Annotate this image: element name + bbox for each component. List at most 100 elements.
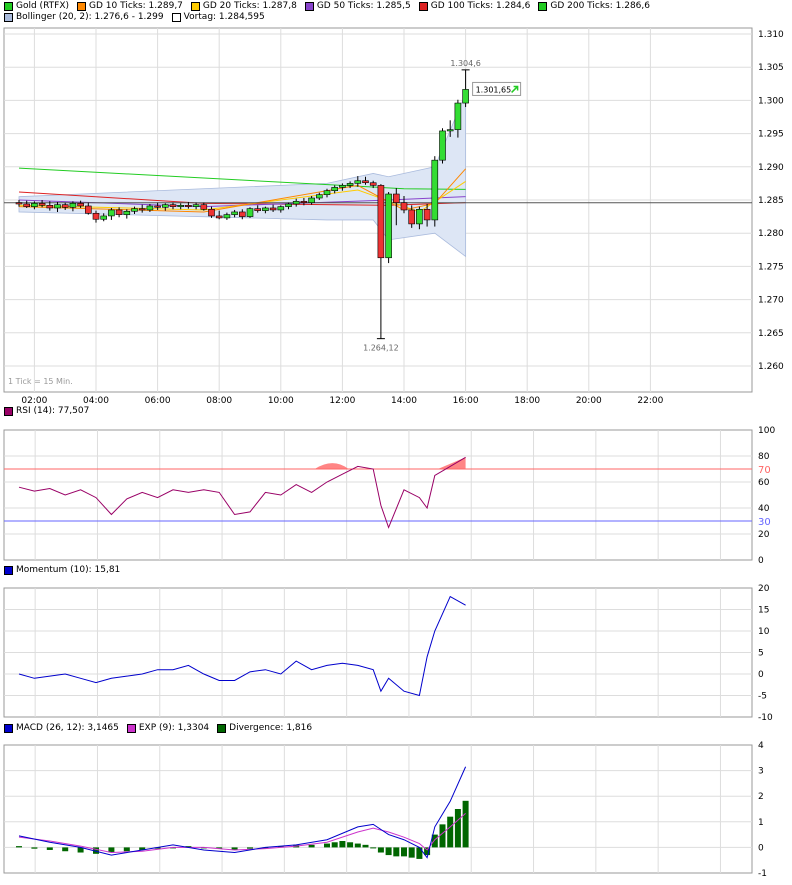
divergence-bar	[308, 844, 315, 848]
rsi-y-tick: 40	[758, 504, 770, 514]
rsi-y-tick: 60	[758, 478, 770, 488]
candle-body	[385, 193, 392, 259]
x-tick-label: 20:00	[576, 396, 602, 406]
candle-body	[123, 210, 131, 215]
divergence-bar	[339, 841, 346, 848]
divergence-bar	[16, 846, 22, 848]
divergence-bar	[416, 847, 423, 859]
candle-body	[277, 206, 285, 211]
candle-body	[46, 205, 54, 209]
macd-y-tick: 4	[758, 741, 764, 751]
divergence-bar	[377, 847, 384, 853]
candle-body	[162, 204, 169, 208]
divergence-bar	[247, 847, 253, 849]
price-y-tick: 1.300	[758, 96, 784, 106]
momentum-y-tick: 5	[758, 649, 764, 659]
candle-body	[231, 211, 238, 215]
candle-body	[331, 187, 339, 192]
candle-body	[77, 203, 84, 207]
candle-body	[439, 130, 446, 161]
x-tick-label: 14:00	[391, 396, 417, 406]
candle-body	[100, 215, 107, 220]
candle-body	[146, 205, 154, 211]
candle-body	[108, 209, 115, 217]
candle-body	[69, 203, 77, 208]
divergence-bar	[347, 842, 354, 848]
rsi-marker-label: 30	[758, 517, 771, 528]
candle-body	[416, 208, 423, 225]
candle-body	[61, 204, 69, 208]
rsi-y-tick: 100	[758, 426, 775, 436]
price-y-tick: 1.305	[758, 63, 784, 73]
price-y-tick: 1.295	[758, 130, 784, 140]
tick-note: 1 Tick = 15 Min.	[8, 377, 73, 386]
candle-body	[15, 202, 23, 205]
candle-body	[208, 208, 215, 217]
divergence-bar	[439, 824, 446, 848]
x-tick-label: 18:00	[514, 396, 540, 406]
divergence-bar	[393, 847, 400, 857]
candle-body	[308, 197, 315, 203]
divergence-bar	[462, 800, 469, 848]
candle-body	[292, 201, 300, 205]
momentum-y-tick: -10	[758, 713, 773, 723]
candle-body	[254, 208, 261, 211]
low-label: 1.264,12	[363, 344, 399, 353]
candle-body	[362, 180, 369, 184]
candle-body	[369, 182, 377, 186]
x-tick-label: 16:00	[453, 396, 479, 406]
price-y-tick: 1.260	[758, 362, 784, 372]
divergence-bar	[401, 847, 407, 857]
macd-y-tick: 2	[758, 792, 764, 802]
momentum-y-tick: 20	[758, 584, 770, 594]
candle-body	[215, 215, 223, 219]
candle-body	[200, 204, 208, 210]
momentum-y-tick: -5	[758, 692, 767, 702]
price-y-tick: 1.285	[758, 196, 784, 206]
divergence-bar	[331, 842, 338, 848]
candle-body	[115, 209, 123, 215]
candle-body	[192, 204, 200, 207]
macd-y-tick: -1	[758, 869, 767, 879]
candle-body	[262, 207, 269, 211]
candle-body	[446, 129, 454, 132]
candle-body	[431, 159, 439, 221]
divergence-bar	[31, 847, 38, 849]
x-tick-label: 08:00	[206, 396, 232, 406]
rsi-y-tick: 0	[758, 556, 764, 566]
candle-body	[177, 205, 184, 207]
candle-body	[423, 208, 431, 221]
candle-body	[400, 202, 408, 211]
x-tick-label: 10:00	[268, 396, 294, 406]
macd-y-tick: 3	[758, 767, 764, 777]
candle-body	[85, 205, 92, 214]
candle-body	[246, 208, 254, 217]
high-label: 1.304,6	[450, 59, 481, 68]
candle-body	[185, 205, 192, 207]
price-y-tick: 1.310	[758, 30, 784, 40]
price-y-tick: 1.280	[758, 229, 784, 239]
candle-body	[339, 185, 346, 188]
x-tick-label: 02:00	[21, 396, 47, 406]
x-tick-label: 22:00	[637, 396, 663, 406]
divergence-bar	[354, 843, 361, 848]
candle-body	[38, 203, 46, 206]
candle-body	[223, 214, 231, 219]
price-y-tick: 1.270	[758, 296, 784, 306]
candle-body	[408, 209, 416, 225]
rsi-marker-label: 70	[758, 465, 771, 476]
candle-body	[154, 205, 161, 208]
candle-body	[131, 208, 138, 212]
x-tick-label: 12:00	[329, 396, 355, 406]
price-y-tick: 1.265	[758, 329, 784, 339]
momentum-y-tick: 0	[758, 670, 764, 680]
last-price-label: 1.301,65	[476, 85, 512, 94]
candle-body	[285, 203, 292, 207]
candle-body	[315, 194, 323, 199]
macd-y-tick: 0	[758, 843, 764, 853]
rsi-y-tick: 20	[758, 530, 770, 540]
divergence-bar	[370, 847, 377, 849]
divergence-bar	[447, 816, 454, 848]
candle-body	[23, 203, 31, 207]
divergence-bar	[324, 843, 330, 848]
